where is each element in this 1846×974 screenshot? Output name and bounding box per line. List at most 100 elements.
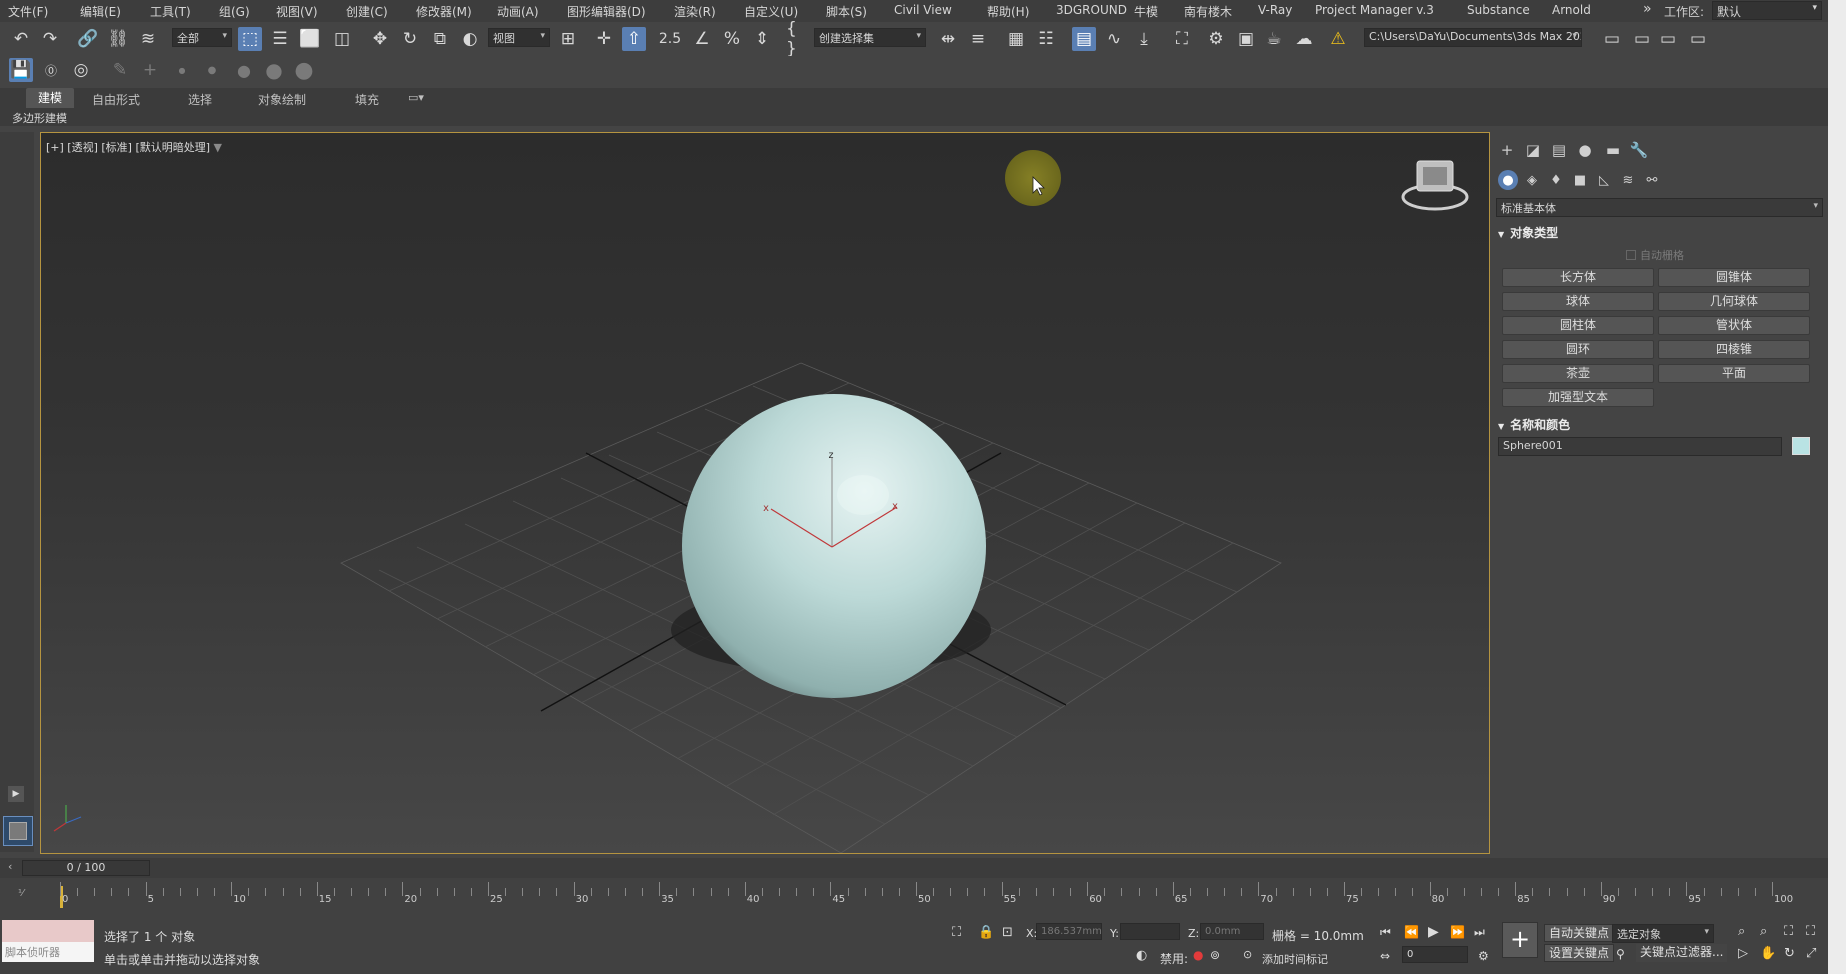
record-icon[interactable]: ● — [1193, 948, 1203, 962]
lock-icon[interactable]: 🔒 — [978, 925, 994, 940]
ribbon-tab-modeling[interactable]: 建模 — [26, 88, 75, 108]
prev-frame-icon[interactable]: ‹ — [8, 860, 12, 873]
motion-tab-icon[interactable]: ● — [1574, 140, 1596, 160]
geosphere-button[interactable]: 几何球体 — [1658, 292, 1810, 311]
double-chevron-right-icon[interactable]: » — [1643, 1, 1652, 17]
y-coordinate-field[interactable] — [1120, 923, 1180, 940]
object-type-rollout-header[interactable]: ▼ 对象类型 — [1498, 224, 1814, 242]
cone-button[interactable]: 圆锥体 — [1658, 268, 1810, 287]
name-color-rollout-header[interactable]: ▼ 名称和颜色 — [1498, 416, 1814, 434]
current-frame-field[interactable]: 0 — [1402, 946, 1468, 963]
time-tag-icon[interactable]: ⊙ — [1243, 948, 1252, 961]
add-time-tag[interactable]: 添加时间标记 — [1262, 951, 1328, 967]
zoom-icon[interactable]: ⌕ — [1738, 924, 1745, 939]
rotate-icon[interactable]: ↻ — [398, 27, 422, 51]
mirror-icon[interactable]: ⇹ — [936, 27, 960, 51]
key-filters-button[interactable]: 关键点过滤器... — [1636, 944, 1728, 962]
menu-modifiers[interactable]: 修改器(M) — [416, 3, 472, 20]
dot-medium-icon[interactable]: ● — [200, 58, 224, 82]
select-manipulate-icon[interactable]: ✛ — [592, 27, 616, 51]
z-coordinate-field[interactable]: 0.0mm — [1200, 923, 1264, 940]
select-by-name-icon[interactable]: ☰ — [268, 27, 292, 51]
menu-group[interactable]: 组(G) — [219, 3, 250, 20]
field-of-view-icon[interactable]: ▷ — [1738, 946, 1748, 961]
play-icon[interactable]: ▶ — [1428, 924, 1439, 940]
menu-scripting[interactable]: 脚本(S) — [826, 3, 867, 20]
menu-arnold[interactable]: Arnold — [1552, 3, 1591, 17]
project-new-icon[interactable]: ▭ — [1600, 27, 1624, 51]
time-slider[interactable]: 0 / 100 — [22, 860, 150, 876]
tube-button[interactable]: 管状体 — [1658, 316, 1810, 335]
menu-substance[interactable]: Substance — [1467, 3, 1530, 17]
warning-icon[interactable]: ⚠ — [1326, 27, 1350, 51]
redo-icon[interactable]: ↷ — [38, 27, 62, 51]
maxscript-mini-listener[interactable] — [2, 920, 94, 942]
menu-animation[interactable]: 动画(A) — [497, 3, 539, 20]
brush-icon[interactable]: ✎ — [108, 58, 132, 82]
curve-editor-icon[interactable]: ∿ — [1102, 27, 1126, 51]
set-key-button[interactable]: 设置关键点 — [1544, 944, 1615, 962]
select-object-icon[interactable]: ⬚ — [238, 27, 262, 51]
perspective-viewport[interactable]: [+] [透视] [标准] [默认明暗处理] ▼ z x x — [40, 132, 1490, 854]
next-key-icon[interactable]: ⏩ — [1450, 925, 1465, 939]
maximize-viewport-icon[interactable]: ⤢ — [1806, 946, 1816, 961]
render-cloud-icon[interactable]: ☁ — [1292, 27, 1316, 51]
cameras-icon[interactable]: ■ — [1570, 170, 1590, 190]
prev-key-icon[interactable]: ⏪ — [1404, 925, 1419, 939]
align-icon[interactable]: ≡ — [966, 27, 990, 51]
named-selection-set-dropdown[interactable]: 创建选择集 ▾ — [814, 28, 926, 47]
cylinder-button[interactable]: 圆柱体 — [1502, 316, 1654, 335]
dot-small-icon[interactable]: ● — [170, 58, 194, 82]
selection-filter-dropdown[interactable]: 全部 ▾ — [172, 28, 232, 47]
menu-edit[interactable]: 编辑(E) — [80, 3, 121, 20]
menu-project-manager[interactable]: Project Manager v.3 — [1315, 3, 1434, 17]
modify-tab-icon[interactable]: ◪ — [1522, 140, 1544, 160]
teapot-button[interactable]: 茶壶 — [1502, 364, 1654, 383]
zoom-all-icon[interactable]: ⌕ — [1760, 924, 1767, 939]
sphere-button[interactable]: 球体 — [1502, 292, 1654, 311]
torus-button[interactable]: 圆环 — [1502, 340, 1654, 359]
absolute-mode-icon[interactable]: ⊡ — [1002, 925, 1013, 940]
menu-file[interactable]: 文件(F) — [8, 3, 48, 20]
sync-icon[interactable]: ◎ — [69, 58, 93, 82]
project-save-icon[interactable]: ▭ — [1656, 27, 1680, 51]
pivot-center-icon[interactable]: ⊞ — [556, 27, 580, 51]
zoom-extents-all-icon[interactable]: ⛶ — [1806, 924, 1815, 939]
menu-help[interactable]: 帮助(H) — [987, 3, 1029, 20]
viewport-layout-thumbnail[interactable] — [3, 816, 33, 846]
lights-icon[interactable]: ♦ — [1546, 170, 1566, 190]
zoom-extents-icon[interactable]: ⛶ — [1784, 924, 1793, 939]
box-button[interactable]: 长方体 — [1502, 268, 1654, 287]
project-path-dropdown[interactable]: C:\Users\DaYu\Documents\3ds Max 2024 ▾ — [1364, 28, 1582, 47]
menu-create[interactable]: 创建(C) — [346, 3, 388, 20]
angle-snap-icon[interactable]: ∠ — [690, 27, 714, 51]
dot-xlarge-icon[interactable]: ● — [262, 58, 286, 82]
render-production-icon[interactable]: ☕ — [1262, 27, 1286, 51]
toggle-layer-explorer-icon[interactable]: ☷ — [1034, 27, 1058, 51]
spinner-snap-icon[interactable]: ⇕ — [750, 27, 774, 51]
window-crossing-icon[interactable]: ◫ — [330, 27, 354, 51]
menu-graph-editors[interactable]: 图形编辑器(D) — [567, 3, 646, 20]
utilities-tab-icon[interactable]: 🔧 — [1628, 140, 1650, 160]
orbit-icon[interactable]: ↻ — [1784, 946, 1795, 961]
project-folder-icon[interactable]: ▭ — [1686, 27, 1710, 51]
place-icon[interactable]: ◐ — [458, 27, 482, 51]
workspace-dropdown[interactable]: 默认 ▾ — [1712, 1, 1822, 20]
dot-large-icon[interactable]: ● — [232, 58, 256, 82]
auto-key-button[interactable]: 自动关键点 — [1544, 924, 1615, 942]
track-bar-menu-icon[interactable]: ⅟ — [18, 888, 24, 899]
ribbon-sub-label[interactable]: 多边形建模 — [12, 110, 67, 126]
rendered-frame-window-icon[interactable]: ▣ — [1234, 27, 1258, 51]
ribbon-tab-selection[interactable]: 选择 — [188, 91, 212, 108]
primitive-type-dropdown[interactable]: 标准基本体 ▾ — [1496, 198, 1823, 217]
track-bar[interactable]: ⅟ 0 5 10 15 20 25 30 35 40 45 50 55 60 65 70 75 80 85 90 95… — [0, 878, 1828, 916]
ribbon-tab-freeform[interactable]: 自由形式 — [92, 91, 140, 108]
snaps-toggle-icon[interactable]: 2.5 — [658, 27, 682, 51]
bind-space-warp-icon[interactable]: ≋ — [136, 27, 160, 51]
set-key-large-button[interactable]: + — [1502, 922, 1538, 958]
material-editor-icon[interactable]: ⛶ — [1170, 27, 1194, 51]
autobackup-icon[interactable]: ⓪ — [39, 58, 63, 82]
menu-niumo[interactable]: 牛模 — [1134, 3, 1158, 20]
display-tab-icon[interactable]: ▬ — [1602, 140, 1624, 160]
menu-view[interactable]: 视图(V) — [276, 3, 318, 20]
